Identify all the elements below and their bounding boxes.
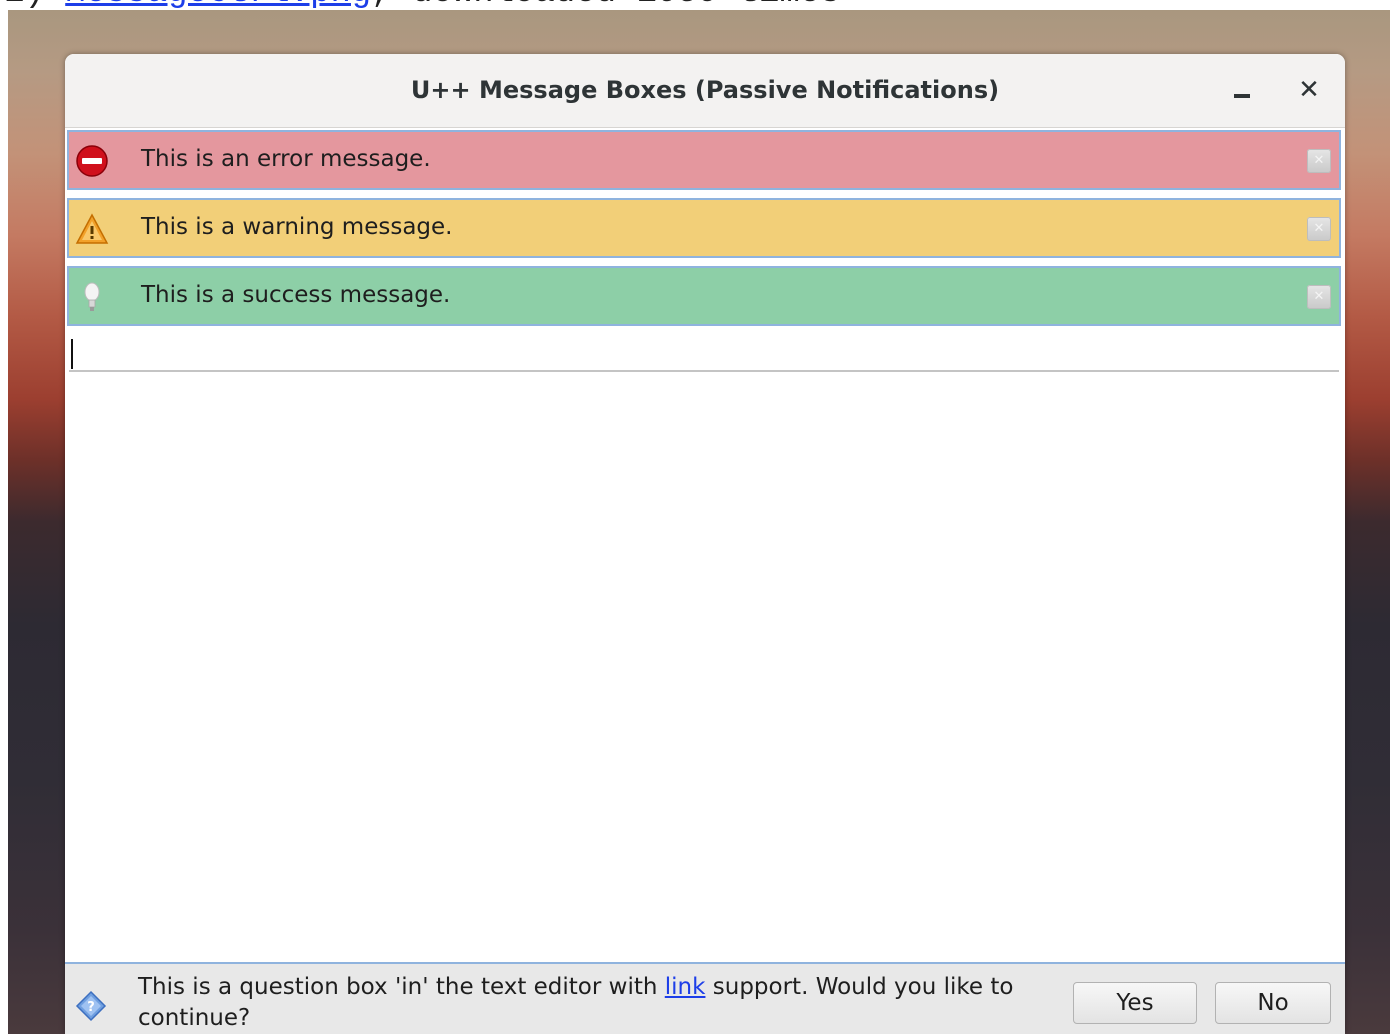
caption-suffix: , downloaded 1059 times (371, 0, 840, 10)
svg-text:?: ? (87, 1000, 95, 1015)
success-message-bar: This is a success message. (67, 266, 1341, 326)
window-title: U++ Message Boxes (Passive Notifications… (410, 76, 1000, 104)
title-bar[interactable]: U++ Message Boxes (Passive Notifications… (65, 54, 1345, 128)
text-editor-input[interactable] (69, 332, 1339, 372)
page-caption-strip: 1) MessageCtrl.png, downloaded 1059 time… (0, 0, 1390, 10)
question-icon: ? (75, 990, 107, 1022)
warning-message-text: This is a warning message. (141, 214, 453, 240)
question-text-before: This is a question box 'in' the text edi… (138, 974, 665, 1000)
error-icon (76, 145, 108, 177)
error-message-text: This is an error message. (141, 146, 431, 172)
minimize-button[interactable] (1224, 72, 1260, 108)
close-icon: ✕ (1298, 75, 1320, 105)
question-box: ? This is a question box 'in' the text e… (65, 962, 1345, 1034)
yes-button[interactable]: Yes (1073, 982, 1197, 1024)
dismiss-success-button[interactable] (1307, 285, 1331, 309)
caption-prefix: 1) (4, 0, 65, 10)
attachment-link[interactable]: MessageCtrl.png (65, 0, 371, 10)
success-message-text: This is a success message. (141, 282, 451, 308)
page-margin (0, 10, 8, 1034)
warning-icon (75, 213, 109, 244)
no-button[interactable]: No (1215, 982, 1331, 1024)
dismiss-warning-button[interactable] (1307, 217, 1331, 241)
close-window-button[interactable]: ✕ (1291, 72, 1327, 108)
message-boxes-window: U++ Message Boxes (Passive Notifications… (65, 54, 1345, 1034)
error-message-bar: This is an error message. (67, 130, 1341, 190)
dismiss-error-button[interactable] (1307, 149, 1331, 173)
attachment-caption: 1) MessageCtrl.png, downloaded 1059 time… (4, 0, 841, 10)
question-link[interactable]: link (665, 974, 706, 1000)
minimize-icon (1234, 94, 1250, 98)
text-caret (71, 339, 73, 369)
lightbulb-icon (84, 282, 100, 311)
question-text: This is a question box 'in' the text edi… (138, 972, 1038, 1034)
warning-message-bar: This is a warning message. (67, 198, 1341, 258)
